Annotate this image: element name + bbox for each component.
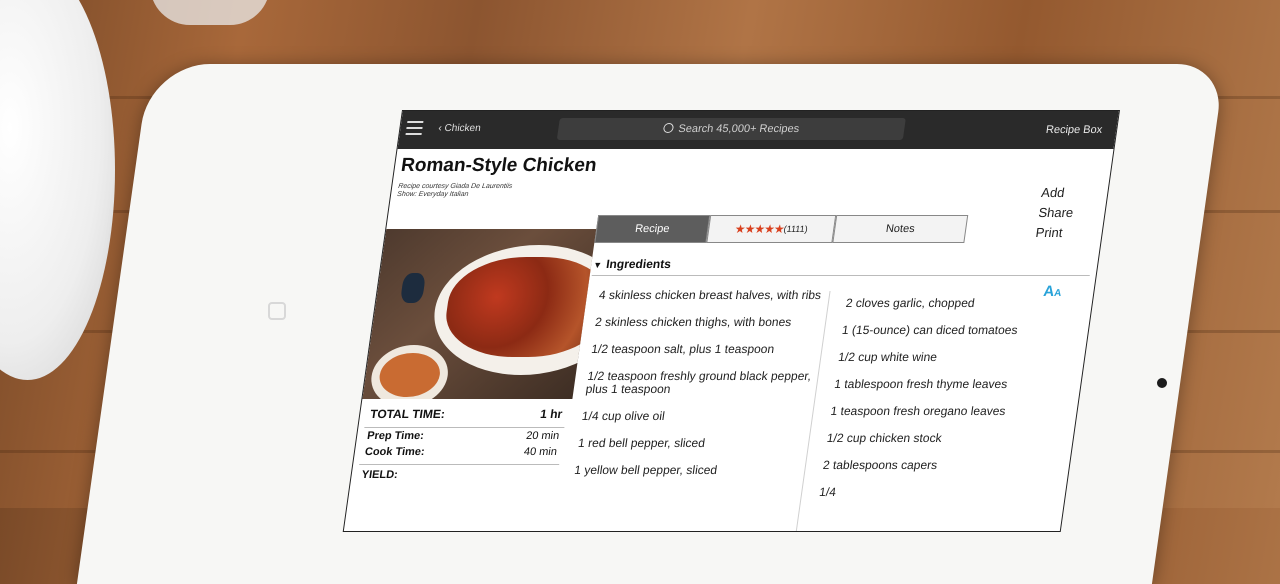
- chevron-down-icon: ▼: [592, 260, 603, 270]
- recipe-tabs: Recipe ★★★★★(1111) Notes: [594, 215, 971, 243]
- ingredient-item: 1/2 cup chicken stock: [825, 431, 943, 445]
- times-panel: TOTAL TIME: 1 hr Prep Time: 20 min Cook Ti…: [356, 401, 569, 483]
- ingredient-item: 1 (15-ounce) can diced tomatoes: [841, 323, 1019, 337]
- tablet-screen: ‹ Chicken Search 45,000+ Recipes Recipe …: [342, 110, 1120, 532]
- search-input[interactable]: Search 45,000+ Recipes: [556, 118, 906, 140]
- recipe-courtesy: Recipe courtesy Giada De Laurentiis Show…: [396, 183, 513, 198]
- ingredients-column-1: 4 skinless chicken breast halves, with r…: [571, 288, 829, 491]
- search-icon: [662, 123, 675, 133]
- prep-time-row: Prep Time: 20 min: [366, 430, 561, 442]
- ingredient-item: 4 skinless chicken breast halves, with r…: [598, 288, 823, 302]
- ingredient-item: 2 cloves garlic, chopped: [844, 296, 976, 310]
- ingredient-item: 1/2 teaspoon freshly ground black pepper…: [584, 369, 813, 396]
- ingredient-item: 1 red bell pepper, sliced: [577, 436, 706, 450]
- tab-recipe[interactable]: Recipe: [594, 215, 711, 243]
- ingredient-item: 1/4: [818, 485, 837, 499]
- yield-row: YIELD:: [356, 464, 560, 483]
- page-title: Roman-Style Chicken: [399, 155, 599, 176]
- ingredients-heading[interactable]: ▼ Ingredients: [592, 257, 672, 271]
- share-button[interactable]: Share: [1037, 203, 1075, 223]
- dinner-plate: [0, 0, 115, 380]
- star-icon: ★★★★★: [733, 222, 785, 236]
- ingredient-item: 1 yellow bell pepper, sliced: [573, 463, 719, 477]
- recipe-box-button[interactable]: Recipe Box: [1045, 124, 1103, 136]
- water-glass: [150, 0, 270, 25]
- tab-notes[interactable]: Notes: [832, 215, 969, 243]
- recipe-photo: [362, 229, 597, 399]
- back-link[interactable]: ‹ Chicken: [438, 123, 482, 134]
- ingredient-item: 1/2 teaspoon salt, plus 1 teaspoon: [590, 342, 776, 356]
- ingredient-item: 2 skinless chicken thighs, with bones: [594, 315, 793, 329]
- ingredient-item: 1 teaspoon fresh oregano leaves: [829, 404, 1007, 418]
- camera-icon: [1157, 378, 1167, 388]
- print-button[interactable]: Print: [1034, 223, 1072, 243]
- total-time-row: TOTAL TIME: 1 hr: [364, 401, 569, 428]
- ingredient-item: 2 tablespoons capers: [822, 458, 939, 472]
- ingredient-item: 1/4 cup olive oil: [581, 409, 666, 423]
- cook-time-row: Cook Time: 40 min: [364, 446, 558, 458]
- ingredients-column-2: 2 cloves garlic, chopped 1 (15-ounce) can…: [816, 296, 1076, 513]
- home-button[interactable]: [268, 302, 286, 320]
- ingredient-item: 1 tablespoon fresh thyme leaves: [833, 377, 1009, 391]
- add-button[interactable]: Add: [1040, 183, 1078, 203]
- tab-reviews[interactable]: ★★★★★(1111): [706, 215, 837, 243]
- divider: [591, 275, 1090, 276]
- recipe-actions: Add Share Print: [1034, 183, 1077, 243]
- ingredient-item: 1/2 cup white wine: [837, 350, 939, 364]
- top-bar: ‹ Chicken Search 45,000+ Recipes Recipe …: [397, 111, 1119, 149]
- menu-icon[interactable]: [405, 121, 424, 135]
